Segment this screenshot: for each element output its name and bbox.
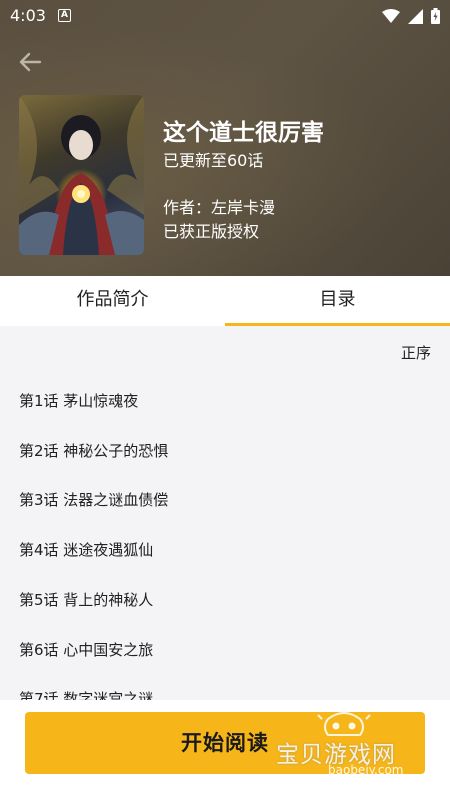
status-icons: [382, 8, 440, 24]
chapter-item[interactable]: 第6话 心中国安之旅: [19, 639, 153, 660]
status-time: 4:03: [10, 6, 46, 25]
watermark-url: baobeiy.com: [328, 763, 404, 777]
tab-bar: 作品简介 目录: [0, 276, 450, 326]
cover-illustration: [19, 95, 144, 255]
notification-icon: A: [58, 9, 71, 22]
book-cover[interactable]: [19, 95, 144, 255]
signal-icon: [408, 8, 423, 24]
chapter-item[interactable]: 第3话 法器之谜血债偿: [19, 489, 168, 510]
tab-intro[interactable]: 作品简介: [0, 276, 225, 326]
chapter-item[interactable]: 第1话 茅山惊魂夜: [19, 390, 138, 411]
license-status: 已获正版授权: [163, 222, 260, 241]
chapter-item[interactable]: 第2话 神秘公子的恐惧: [19, 440, 168, 461]
chapter-item[interactable]: 第4话 迷途夜遇狐仙: [19, 539, 153, 560]
book-header: 4:03 A 这个道士很厉害 已更新至60话 作者：左岸卡漫 已获正版授权: [0, 0, 450, 276]
chapter-item[interactable]: 第5话 背上的神秘人: [19, 589, 153, 610]
back-arrow-icon[interactable]: [14, 48, 48, 76]
book-title: 这个道士很厉害: [163, 120, 324, 146]
book-author: 作者：左岸卡漫: [163, 198, 276, 217]
update-status: 已更新至60话: [163, 151, 264, 170]
battery-icon: [431, 8, 440, 24]
wifi-icon: [382, 9, 400, 23]
sort-order-button[interactable]: 正序: [401, 342, 431, 363]
status-bar: 4:03 A: [0, 0, 450, 32]
tab-catalog[interactable]: 目录: [225, 276, 450, 326]
